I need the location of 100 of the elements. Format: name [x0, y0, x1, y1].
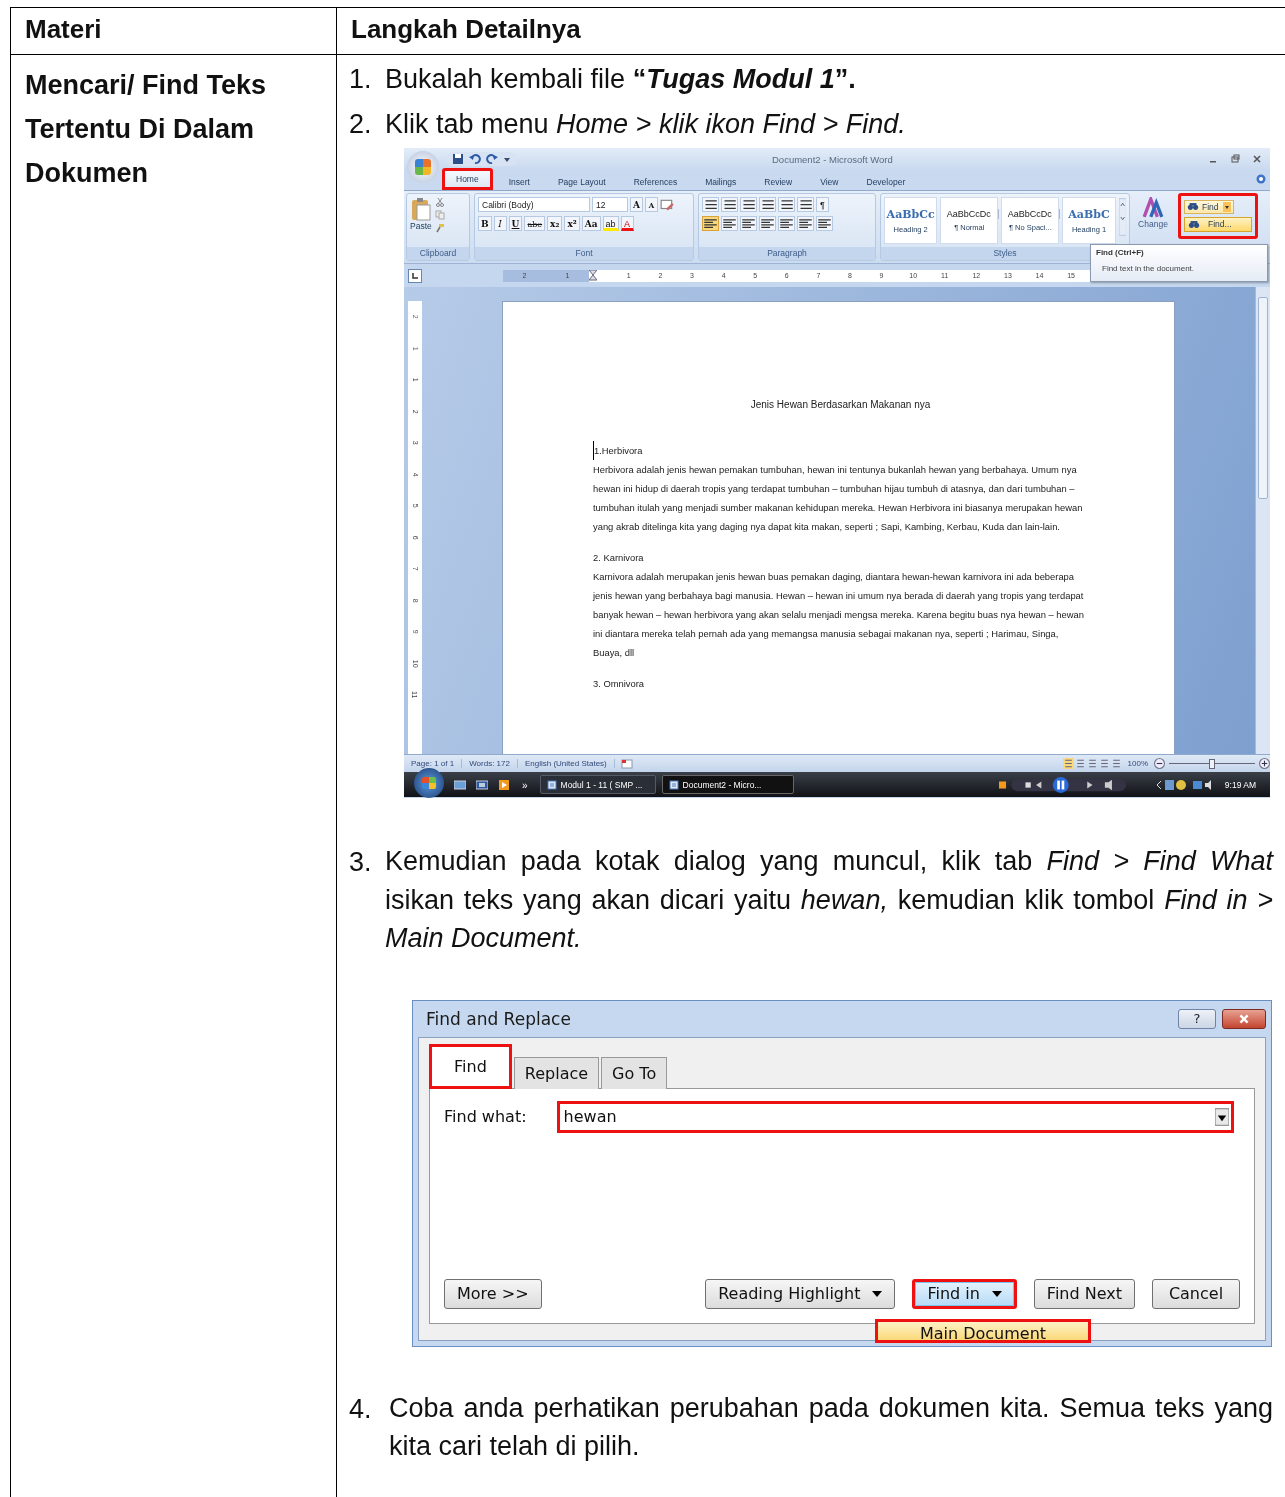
format-button[interactable]: B [478, 216, 492, 231]
document-title: Jenis Hewan Berdasarkan Makanan nya [749, 399, 932, 410]
format-button[interactable]: abe [524, 216, 546, 231]
dialog-button[interactable]: Cancel [1152, 1278, 1240, 1309]
font-name-field[interactable]: Calibri (Body) [478, 197, 590, 212]
step-text: Coba anda perhatikan perubahan pada dokumen kita. Semua teks yang kita cari telah di pilih. [388, 1391, 1274, 1463]
customize-caret-icon[interactable] [503, 155, 511, 163]
more-icons-button[interactable]: » [522, 779, 528, 791]
font-size-field[interactable]: 12 [592, 197, 628, 212]
format-button[interactable]: x² [564, 216, 580, 231]
group-label: Clipboard [407, 247, 469, 260]
close-button[interactable] [1222, 1008, 1266, 1029]
binoculars-icon [1187, 202, 1199, 212]
dialog-button[interactable]: More >> [444, 1278, 542, 1309]
align-left-icon[interactable] [702, 216, 719, 231]
find-menu-item[interactable]: Find... [1184, 216, 1252, 232]
taskbar-button[interactable]: Modul 1 - 11 ( SMP ... [539, 775, 656, 794]
dropdown-arrow-icon[interactable] [1215, 1107, 1229, 1126]
section-heading: 1.Herbivora [593, 441, 1085, 460]
show-marks-button[interactable]: ¶ [816, 197, 829, 212]
ribbon-tab[interactable]: Page Layout [545, 173, 618, 190]
section-heading: 3. Omnivora [593, 677, 646, 691]
undo-icon[interactable] [469, 153, 481, 165]
paste-button[interactable]: Paste [410, 197, 432, 244]
clipboard-icon [410, 197, 431, 221]
highlight-button[interactable]: ab [602, 216, 619, 231]
ribbon-tab[interactable]: Insert [496, 173, 542, 190]
help-button[interactable]: ? [1178, 1008, 1216, 1029]
restore-icon[interactable] [1230, 154, 1240, 164]
dialog-title: Find and Replace [425, 1008, 571, 1029]
zoom-level[interactable]: 100% [1127, 759, 1148, 768]
view-mode-icon[interactable] [1110, 758, 1122, 769]
step-number: 2. [349, 108, 373, 141]
taskbar-button[interactable]: Document2 - Micro... [661, 775, 794, 794]
office-button[interactable] [407, 151, 439, 183]
font-color-button[interactable]: A [620, 216, 634, 231]
document-icon [546, 779, 557, 790]
topic-text: Mencari/ Find Teks Tertentu Di Dalam Dokumen [25, 69, 268, 190]
step-number: 3. [349, 846, 373, 879]
letters-icon [1142, 197, 1164, 219]
caret-icon[interactable] [1223, 201, 1231, 212]
gallery-scroll-icon[interactable] [1118, 197, 1126, 237]
section-paragraph: Karnivora adalah merupakan jenis hewan buas pemakan daging, diantara hewan-hewan karnivora ini ada beberapa jenis hewan yang berbahaya bagi manusia. Hewan – hewan ini umum nya berada di daerah yang tropis yang terdapat banyak hewan – hewan herbivora yang akan selalu menjadi mengsa mereka. Karena begitu buas nya hewan – hewan ini diantara mereka telah pernah ada yang memangsa manusia sebagai makanan nya, seperti ; Harimau, Singa, Buaya, dll [593, 570, 1085, 660]
section-paragraph: Herbivora adalah jenis hewan pemakan tumbuhan, hewan ini tentunya bukanlah hewan yang berbahaya. Umum nya hewan ini hidup di daerah tropis yang terdapat tumbuhan – tumbuhan hijau tumbuh di atasnya, dan dari tumbuhan – tumbuhan itulah yang menjadi sumber makanan kehidupan mereka. Hewan Herbivora ini biasanya merupakan hewan yang akrab ditelinga kita yang daging nya dapat kita makan, seperti ; Sapi, Kambing, Kerbau, Kuda dan lain-lain. [593, 463, 1084, 534]
ribbon-tab[interactable]: Mailings [693, 173, 749, 190]
view-mode-icon[interactable] [1074, 758, 1086, 769]
format-button[interactable]: U [508, 216, 523, 231]
group-label: Paragraph [699, 247, 875, 260]
dialog-button[interactable]: Find in [912, 1278, 1017, 1309]
redo-icon[interactable] [486, 153, 498, 165]
dialog-tab[interactable]: Go To [601, 1056, 668, 1089]
view-mode-icon[interactable] [1086, 758, 1098, 769]
format-painter-icon[interactable] [434, 223, 445, 233]
zoom-out-icon[interactable] [1154, 758, 1165, 769]
format-button[interactable]: x₂ [547, 216, 563, 231]
find-what-field[interactable]: hewan [556, 1100, 1234, 1133]
step-text: Bukalah kembali file “Tugas Modul 1”. [385, 63, 857, 96]
step-number: 1. [349, 63, 373, 96]
view-mode-icon[interactable] [1098, 758, 1110, 769]
ribbon-tab[interactable]: Home [442, 168, 493, 190]
window-switch-icon[interactable] [476, 779, 488, 790]
desktop-icon[interactable] [454, 779, 466, 790]
media-player-icon[interactable] [498, 779, 510, 790]
step-text: Kemudian pada kotak dialog yang muncul, klik tab Find > Find What isikan teks yang akan dicari yaitu hewan, kemudian klik tombol Find in > Main Document. [385, 845, 1275, 955]
step-number: 4. [349, 1392, 373, 1426]
ribbon-tab[interactable]: View [808, 173, 851, 190]
dialog-tab[interactable]: Replace [513, 1056, 600, 1089]
step-text: Klik tab menu Home > klik ikon Find > Find. [385, 108, 907, 141]
dialog-tab[interactable]: Find [429, 1043, 512, 1089]
dialog-button[interactable]: Find Next [1033, 1278, 1135, 1309]
group-label: Font [475, 247, 693, 260]
vertical-scrollbar[interactable] [1255, 287, 1270, 754]
column-header: Langkah Detailnya [337, 8, 1285, 55]
column-header: Materi [11, 8, 337, 55]
page-count[interactable]: Page: 1 of 1 [404, 759, 463, 768]
caret-icon [872, 1290, 883, 1297]
ribbon-tab[interactable]: References [621, 173, 690, 190]
view-mode-icon[interactable] [1062, 758, 1074, 769]
font-size-button[interactable]: A [630, 197, 643, 212]
tab-stop-icon[interactable] [408, 268, 422, 283]
scissors-icon[interactable] [434, 197, 445, 207]
zoom-in-icon[interactable] [1259, 758, 1270, 769]
format-button[interactable]: I [493, 216, 507, 231]
dialog-button[interactable]: Reading Highlight [705, 1278, 896, 1309]
save-icon[interactable] [452, 153, 464, 165]
section-heading: 2. Karnivora [593, 551, 645, 565]
close-icon[interactable] [1252, 154, 1262, 164]
language-indicator[interactable]: English (United States) [517, 759, 615, 768]
ribbon-tab[interactable]: Review [752, 173, 805, 190]
format-button[interactable]: Aa [581, 216, 601, 231]
window-title: Document2 - Microsoft Word [772, 153, 893, 165]
ribbon-tab[interactable]: Developer [854, 173, 918, 190]
menu-item[interactable]: Main Document [875, 1318, 1091, 1343]
macro-icon[interactable] [620, 758, 633, 769]
close-icon [1238, 1012, 1250, 1025]
document-icon [668, 779, 679, 790]
zoom-slider-thumb[interactable] [1209, 758, 1215, 769]
clock: 9:19 AM [1224, 779, 1256, 790]
word-count[interactable]: Words: 172 [462, 759, 518, 768]
find-button[interactable]: Find [1184, 200, 1234, 214]
